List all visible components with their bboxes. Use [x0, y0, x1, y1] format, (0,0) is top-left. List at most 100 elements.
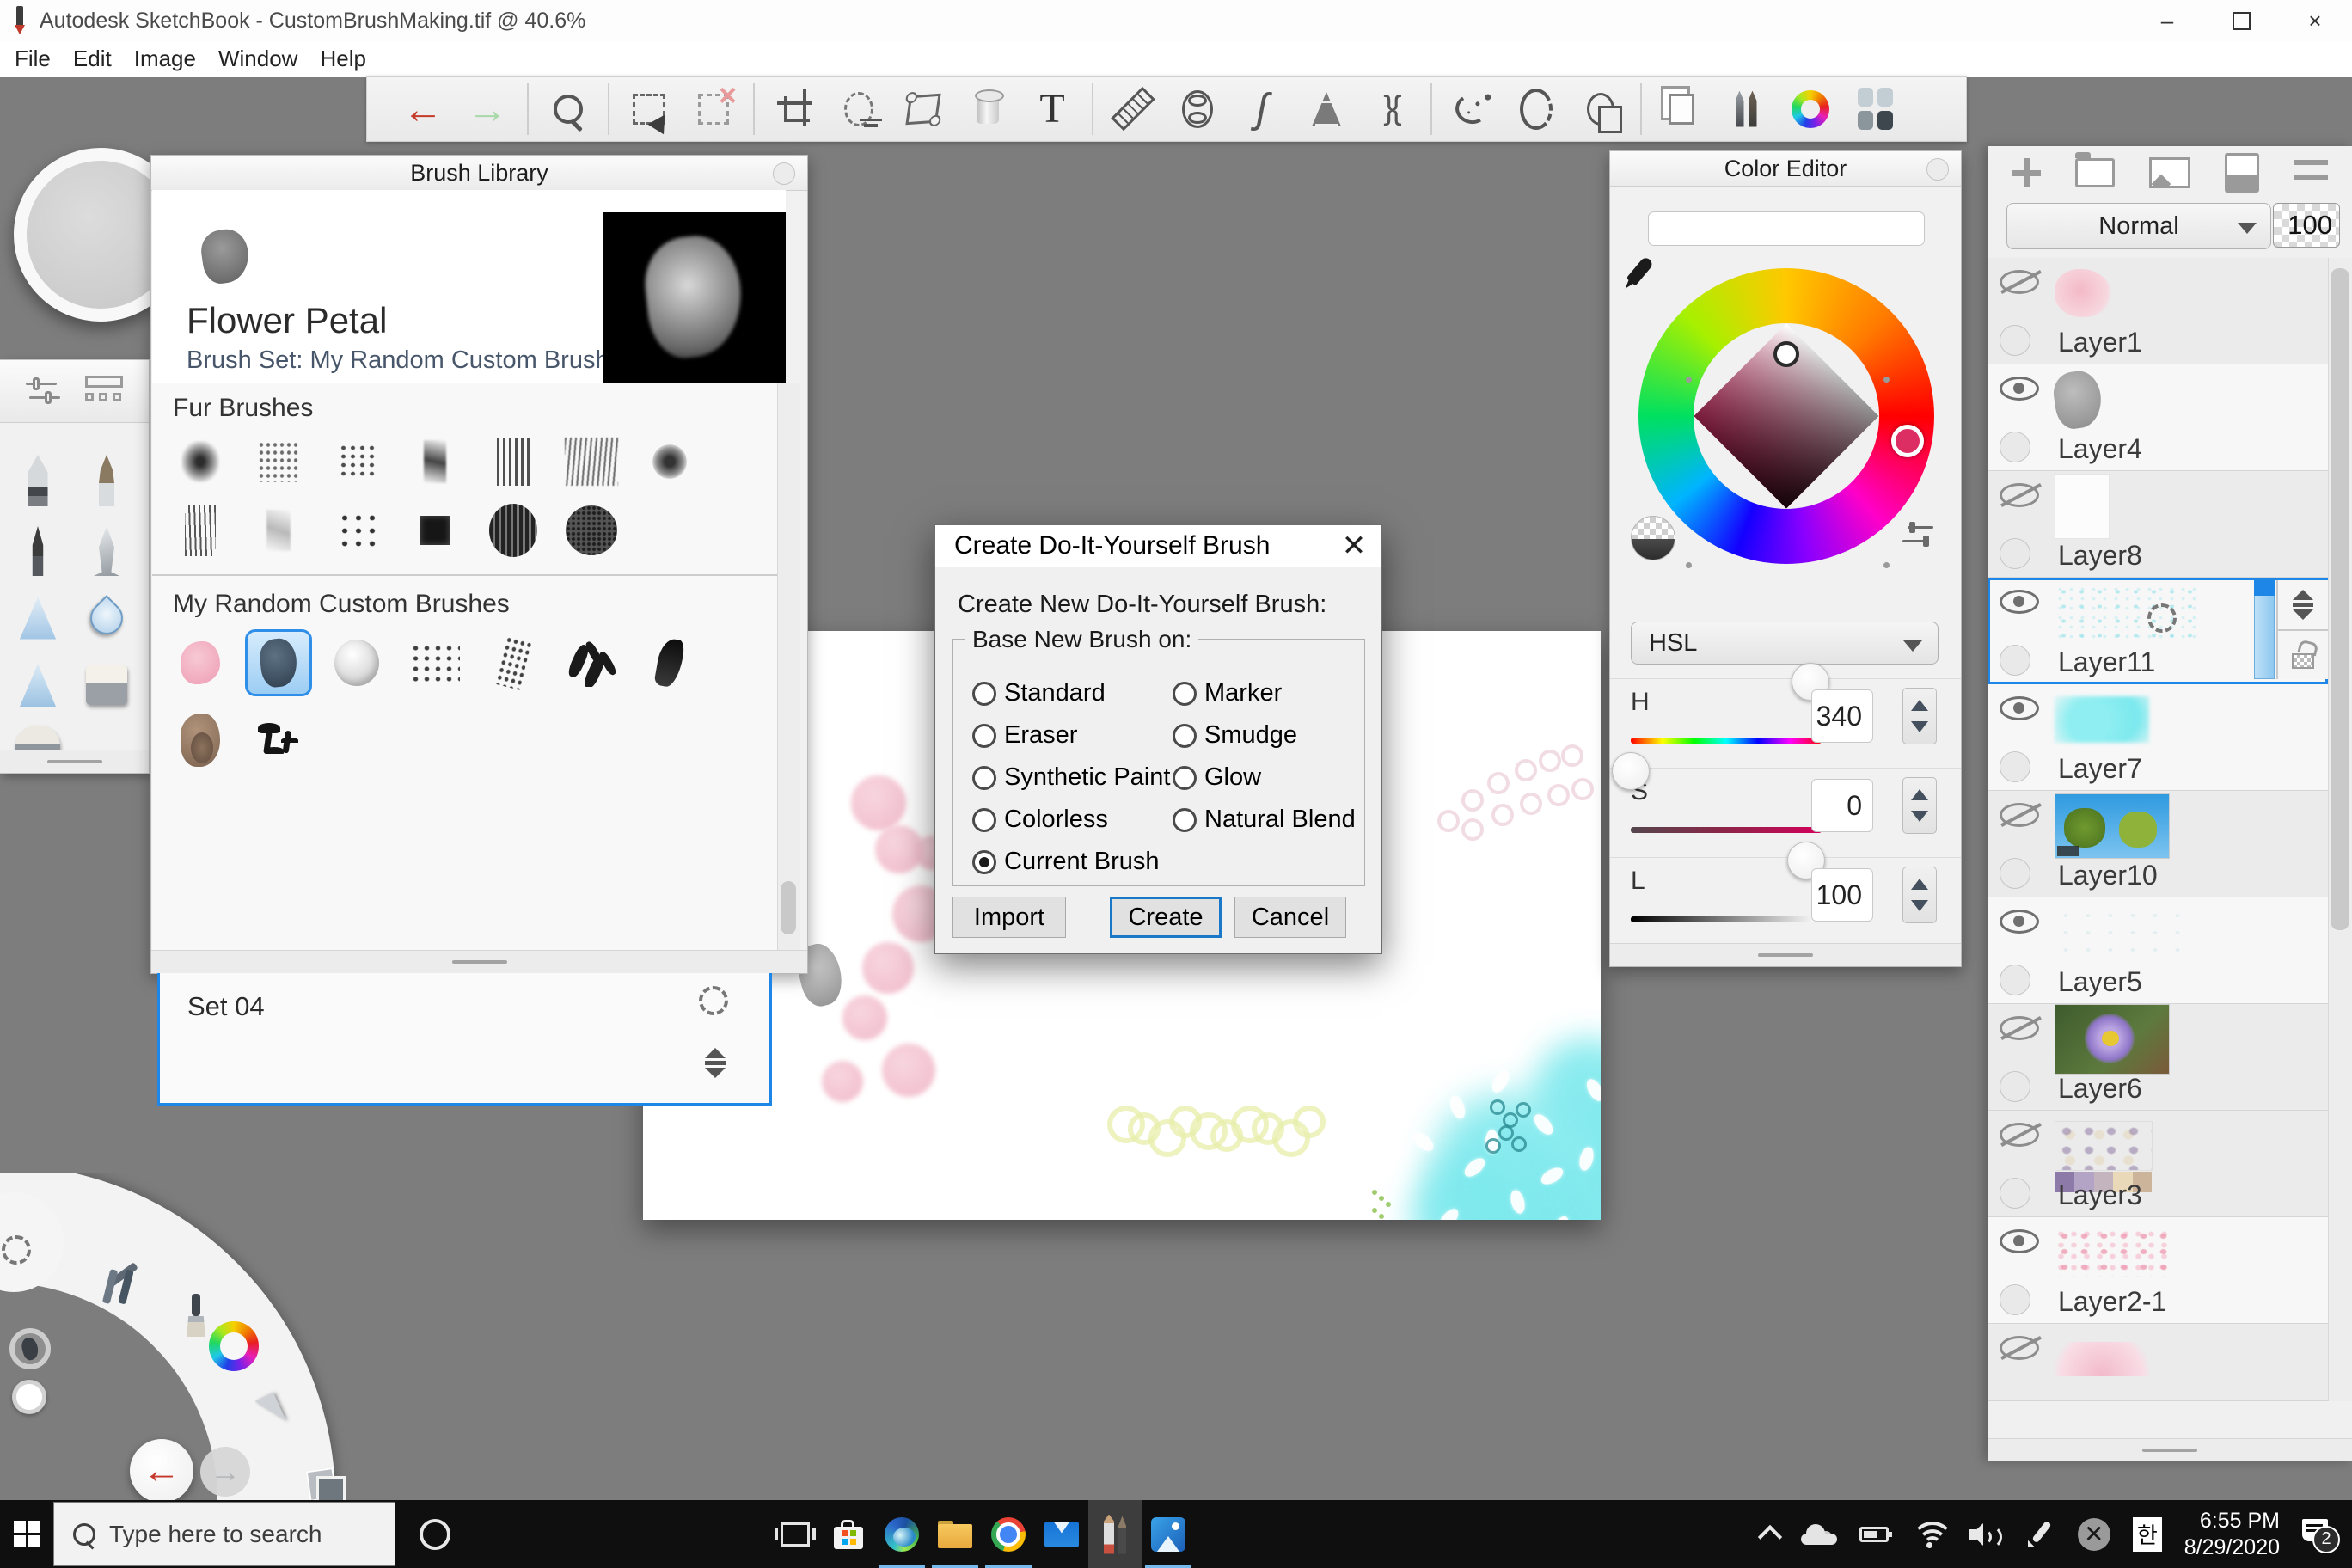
eye-visible-icon[interactable]: [2000, 696, 2039, 720]
deselect-icon[interactable]: [689, 77, 738, 134]
layer-row-Layer6[interactable]: Layer6: [1988, 1004, 2328, 1111]
radio-smudge[interactable]: Smudge: [1173, 721, 1297, 750]
slider-view-toggle-icon[interactable]: [1902, 522, 1939, 552]
eye-visible-icon[interactable]: [2000, 590, 2039, 614]
menu-item-help[interactable]: Help: [309, 46, 377, 72]
taskbar-file-explorer[interactable]: [928, 1500, 982, 1568]
redo-button[interactable]: →: [200, 1447, 250, 1497]
fill-icon[interactable]: [963, 84, 1013, 134]
brush-preview-icon[interactable]: [2, 1235, 31, 1265]
menu-item-window[interactable]: Window: [207, 46, 309, 72]
layer-color-tag[interactable]: [2000, 1178, 2030, 1209]
slider-knob[interactable]: [1612, 752, 1650, 790]
layers-scrollbar[interactable]: [2328, 258, 2352, 1401]
color-editor-title[interactable]: Color Editor: [1610, 151, 1961, 187]
brush-thumb-wisp[interactable]: [395, 425, 474, 499]
collapse-button[interactable]: [773, 162, 795, 185]
color-editor-resize-handle[interactable]: [1610, 943, 1961, 966]
selected-brush-tile[interactable]: [244, 629, 312, 696]
layer-row-Layer10[interactable]: Layer10: [1988, 791, 2328, 897]
taskbar-sketchbook[interactable]: [1088, 1500, 1142, 1568]
radio-circle[interactable]: [1173, 807, 1197, 832]
battery-icon[interactable]: [1859, 1526, 1892, 1542]
dialog-close-button[interactable]: ✕: [1326, 525, 1381, 567]
eye-visible-icon[interactable]: [2000, 910, 2039, 934]
brush-thumb-shag[interactable]: [552, 425, 630, 499]
ime-indicator[interactable]: 한: [2132, 1516, 2162, 1552]
symmetry-icon[interactable]: }{: [1366, 84, 1416, 134]
volume-icon[interactable]: [1969, 1522, 2004, 1549]
brush-thumb-black-petal[interactable]: [630, 626, 708, 700]
slider-value[interactable]: 100: [1811, 868, 1873, 922]
brushes-icon[interactable]: [1721, 84, 1771, 134]
start-button[interactable]: [0, 1500, 53, 1568]
eye-hidden-icon[interactable]: [2000, 1123, 2039, 1147]
blend-mode-select[interactable]: Normal: [2006, 203, 2271, 249]
transform-cursor-icon[interactable]: [254, 1387, 296, 1421]
minimize-button[interactable]: –: [2130, 0, 2204, 41]
taskbar-search[interactable]: Type here to search: [53, 1502, 395, 1566]
blend-tool[interactable]: [83, 595, 130, 641]
zoom-icon[interactable]: [543, 84, 593, 134]
hue-marker[interactable]: [1891, 425, 1924, 457]
layer-color-tag[interactable]: [2000, 858, 2030, 889]
slider-value[interactable]: 340: [1811, 689, 1873, 743]
eyedropper-icon[interactable]: [1626, 255, 1655, 286]
color-puck[interactable]: [12, 1380, 46, 1414]
taskbar-clock[interactable]: 6:55 PM 8/29/2020: [2184, 1508, 2280, 1561]
redo-icon[interactable]: →: [462, 84, 512, 134]
perspective-icon[interactable]: [1302, 84, 1351, 134]
layer-row-Layer11[interactable]: Layer11: [1988, 578, 2328, 684]
layer-row-Layer8[interactable]: Layer8: [1988, 471, 2328, 578]
brush-thumb-striped-ball[interactable]: [474, 493, 552, 567]
spin-down-icon[interactable]: [1911, 811, 1928, 823]
radio-circle[interactable]: [1173, 681, 1197, 706]
ellipse-guide-icon[interactable]: [1173, 84, 1222, 134]
layer-color-tag[interactable]: [2000, 965, 2030, 995]
dialog-title-bar[interactable]: Create Do-It-Yourself Brush ✕: [935, 525, 1381, 567]
color-wheel-icon[interactable]: [1785, 84, 1835, 134]
layer-group-icon[interactable]: [2075, 152, 2115, 187]
text-icon[interactable]: T: [1027, 84, 1077, 134]
radio-circle[interactable]: [972, 807, 996, 832]
paintbrush-tool[interactable]: [99, 455, 114, 506]
radio-circle[interactable]: [972, 681, 996, 706]
eye-hidden-icon[interactable]: [2000, 1336, 2039, 1360]
brush-thumb-pink-petal[interactable]: [161, 626, 239, 700]
onedrive-icon[interactable]: [1800, 1523, 1837, 1545]
layer-row-Layer3[interactable]: Layer3: [1988, 1111, 2328, 1217]
layer-color-tag[interactable]: [2000, 1071, 2030, 1102]
slider-value[interactable]: 0: [1811, 779, 1873, 832]
layer-color-tag[interactable]: [2000, 538, 2030, 569]
brush-thumb-ink-mushrooms[interactable]: [239, 703, 317, 777]
brush-thumb-stipple[interactable]: [317, 425, 395, 499]
french-curve-icon[interactable]: ʃ: [1237, 84, 1287, 134]
layers-menu-icon[interactable]: [2294, 160, 2328, 186]
slider-spinner[interactable]: [1902, 867, 1937, 923]
eye-hidden-icon[interactable]: [2000, 270, 2039, 294]
radio-synthetic-paint[interactable]: Synthetic Paint: [972, 763, 1170, 792]
brush-library-title[interactable]: Brush Library: [151, 156, 807, 191]
brush-library-scrollbar[interactable]: [777, 383, 800, 952]
tray-app-icon[interactable]: ✕: [2077, 1517, 2110, 1551]
brush-thumb-clump[interactable]: [630, 425, 708, 499]
radio-circle[interactable]: [1173, 723, 1197, 748]
ruler-icon[interactable]: [1108, 84, 1158, 134]
slider-spinner[interactable]: [1902, 688, 1937, 744]
layer-color-tag[interactable]: [2000, 432, 2030, 462]
sort-arrows-icon[interactable]: [704, 1048, 726, 1078]
brush-puck[interactable]: [9, 1328, 51, 1369]
tray-expand-icon[interactable]: [1757, 1524, 1782, 1549]
radio-marker[interactable]: Marker: [1173, 679, 1282, 707]
taskbar-mail[interactable]: [1035, 1500, 1088, 1568]
brush-thumb-speckle-trail[interactable]: [474, 626, 552, 700]
slider-track-h[interactable]: [1631, 738, 1822, 744]
layer-color-tag[interactable]: [2000, 645, 2030, 676]
collapse-button[interactable]: [1926, 158, 1949, 181]
spin-up-icon[interactable]: [1911, 878, 1928, 890]
smear-tool[interactable]: [20, 664, 56, 707]
radio-glow[interactable]: Glow: [1173, 763, 1261, 792]
layer-row-partial[interactable]: [1988, 1324, 2328, 1401]
brush-thumb-ink-square[interactable]: [395, 493, 474, 567]
radio-current-brush[interactable]: Current Brush: [972, 848, 1160, 876]
